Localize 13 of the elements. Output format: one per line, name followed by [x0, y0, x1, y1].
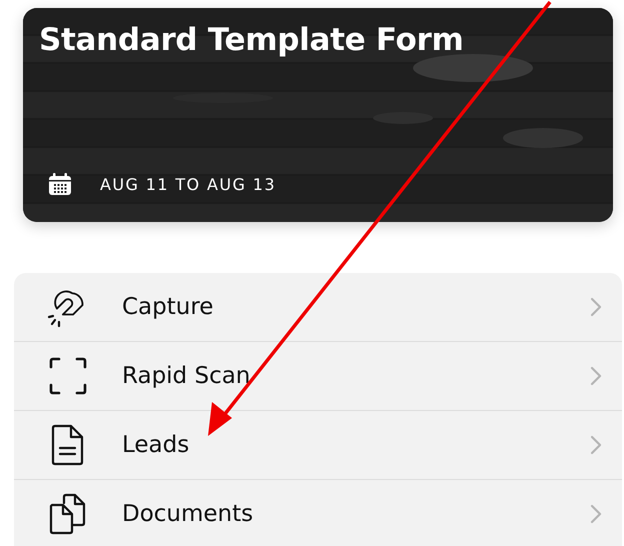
document-icon [50, 424, 86, 466]
menu-item[interactable]: Documents [14, 479, 622, 546]
calendar-icon [48, 172, 72, 196]
date-range: AUG 11 TO AUG 13 [100, 174, 276, 194]
event-title: Standard Template Form [39, 22, 464, 58]
chevron-icon [590, 297, 602, 317]
chevron-icon [590, 504, 602, 524]
documents-icon [48, 493, 88, 535]
chevron-icon [590, 435, 602, 455]
scan-frame-icon [48, 356, 88, 396]
menu-item[interactable]: Capture [14, 273, 622, 341]
chevron-icon [590, 366, 602, 386]
menu-item[interactable]: Rapid Scan [14, 341, 622, 410]
